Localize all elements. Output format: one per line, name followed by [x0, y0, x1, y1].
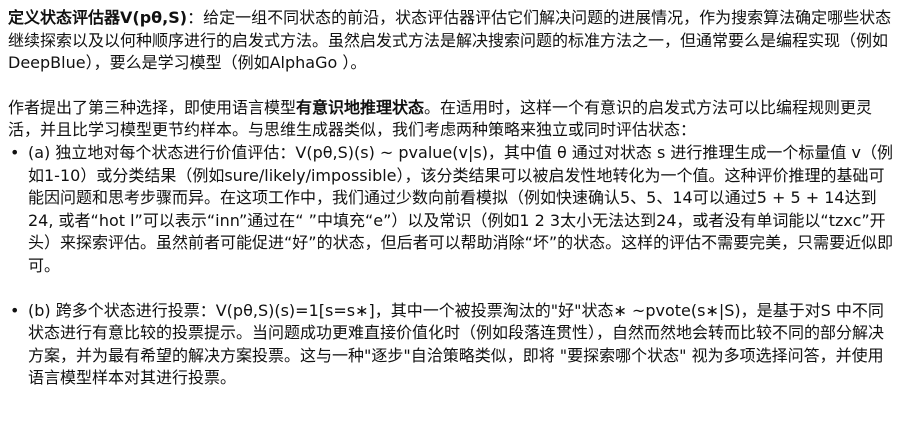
strategy-list: • (a) 独立地对每个状态进行价值评估：V(pθ,S)(s) ~ pvalue…	[8, 142, 899, 390]
bullet-marker: •	[10, 142, 20, 162]
list-spacer	[8, 278, 899, 300]
strategy-text: (b) 跨多个状态进行投票：V(pθ,S)(s)=1[s=s∗]，其中一个被投票…	[28, 300, 885, 388]
proposal-emphasis: 有意识地推理状态	[296, 97, 425, 117]
strategy-text: (a) 独立地对每个状态进行价值评估：V(pθ,S)(s) ~ pvalue(v…	[28, 142, 894, 275]
strategy-item-independent: • (a) 独立地对每个状态进行价值评估：V(pθ,S)(s) ~ pvalue…	[8, 142, 899, 278]
intro-paragraph: 定义状态评估器V(pθ,S)：给定一组不同状态的前沿，状态评估器评估它们解决问题…	[8, 7, 899, 75]
strategy-item-vote: • (b) 跨多个状态进行投票：V(pθ,S)(s)=1[s=s∗]，其中一个被…	[8, 300, 899, 390]
intro-term: 定义状态评估器V(pθ,S)	[8, 8, 188, 27]
proposal-prefix: 作者提出了第三种选择，即使用语言模型	[8, 97, 297, 117]
proposal-paragraph: 作者提出了第三种选择，即使用语言模型有意识地推理状态。在适用时，这样一个有意识的…	[8, 97, 899, 142]
bullet-marker: •	[10, 300, 20, 320]
document-page: 定义状态评估器V(pθ,S)：给定一组不同状态的前沿，状态评估器评估它们解决问题…	[0, 0, 907, 424]
